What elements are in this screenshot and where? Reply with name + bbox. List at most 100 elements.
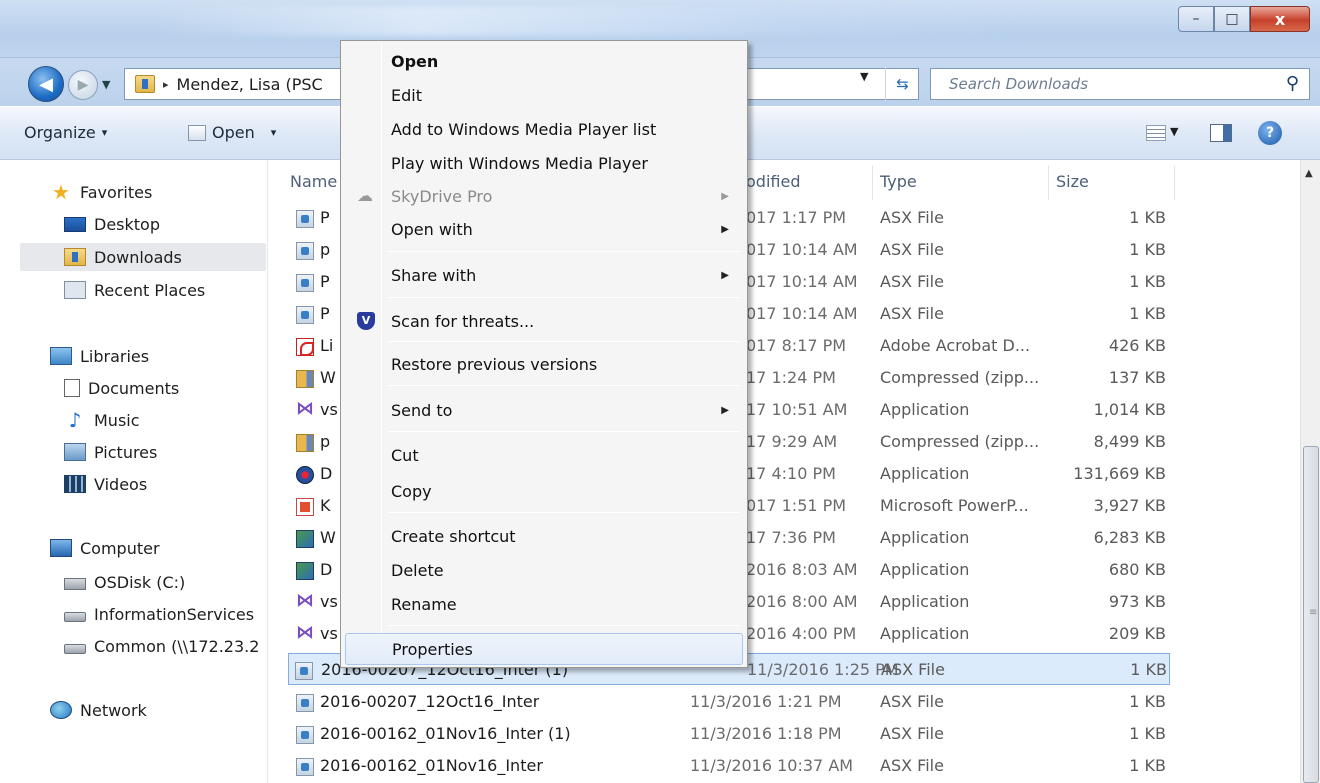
file-date: 17 1:24 PM xyxy=(746,368,836,387)
file-date: 17 9:29 AM xyxy=(746,432,838,451)
menu-separator xyxy=(387,431,741,432)
scroll-up-icon[interactable]: ▲ xyxy=(1305,168,1313,179)
open-button[interactable]: Open ▾ xyxy=(188,123,276,142)
menu-item-cut[interactable]: Cut xyxy=(345,439,743,471)
nav-desktop[interactable]: Desktop xyxy=(64,210,160,238)
asx-icon xyxy=(296,306,314,324)
view-dropdown-icon[interactable]: ▼ xyxy=(1170,125,1178,138)
menu-item-play-with-wmp[interactable]: Play with Windows Media Player xyxy=(345,147,743,179)
nav-common[interactable]: Common (\\172.23.2 xyxy=(64,632,259,660)
menu-item-scan-for-threats[interactable]: V Scan for threats... xyxy=(345,305,743,337)
nav-network[interactable]: Network xyxy=(50,696,147,724)
nav-informationservices[interactable]: InformationServices xyxy=(64,600,254,628)
search-icon[interactable]: ⚲ xyxy=(1286,73,1299,94)
column-header-name[interactable]: Name xyxy=(290,172,337,191)
libraries-icon xyxy=(50,347,72,365)
nav-favorites[interactable]: ★ Favorites xyxy=(50,178,152,206)
file-row[interactable]: 2016-00207_12Oct16_Inter 11/3/2016 1:21 … xyxy=(290,686,1170,718)
nav-videos[interactable]: Videos xyxy=(64,470,147,498)
column-divider[interactable] xyxy=(1174,166,1175,200)
grip-icon: ≡ xyxy=(1309,607,1318,618)
menu-item-label: Create shortcut xyxy=(391,526,516,546)
asx-icon xyxy=(296,242,314,260)
menu-item-label: Cut xyxy=(391,445,419,465)
menu-item-label: Restore previous versions xyxy=(391,354,598,374)
column-header-date-modified[interactable]: odified xyxy=(746,172,800,191)
visual-studio-icon xyxy=(296,398,314,420)
application-icon xyxy=(296,466,314,484)
nav-music[interactable]: ♪ Music xyxy=(64,406,140,434)
breadcrumb-separator: ▸ xyxy=(163,77,169,91)
menu-item-add-to-wmp-list[interactable]: Add to Windows Media Player list xyxy=(345,113,743,145)
nav-documents[interactable]: Documents xyxy=(64,374,179,402)
menu-item-open-with[interactable]: Open with ▶ xyxy=(345,213,743,245)
menu-item-copy[interactable]: Copy xyxy=(345,475,743,507)
menu-item-rename[interactable]: Rename xyxy=(345,588,743,620)
column-header-size[interactable]: Size xyxy=(1056,172,1089,191)
nav-osdisk[interactable]: OSDisk (C:) xyxy=(64,568,185,596)
search-input[interactable]: Search Downloads ⚲ xyxy=(930,68,1310,100)
menu-item-delete[interactable]: Delete xyxy=(345,554,743,586)
organize-button[interactable]: Organize ▾ xyxy=(24,123,107,142)
refresh-icon[interactable]: ⇆ xyxy=(885,68,919,100)
menu-separator xyxy=(387,625,741,626)
menu-item-label: Scan for threats... xyxy=(391,311,535,331)
menu-item-skydrive-pro[interactable]: ☁ SkyDrive Pro ▶ xyxy=(345,180,743,212)
powerpoint-icon xyxy=(296,498,314,516)
asx-icon xyxy=(296,210,314,228)
breadcrumb-user[interactable]: Mendez, Lisa (PSC xyxy=(177,75,323,94)
context-menu: Open Edit Add to Windows Media Player li… xyxy=(340,40,748,668)
asx-icon xyxy=(296,726,314,744)
back-button[interactable]: ◀ xyxy=(28,66,64,102)
menu-item-edit[interactable]: Edit xyxy=(345,79,743,111)
file-row[interactable]: 2016-00162_01Nov16_Inter 11/3/2016 10:37… xyxy=(290,750,1170,782)
vertical-scrollbar[interactable]: ▲ ≡ xyxy=(1300,160,1320,783)
address-dropdown-icon[interactable]: ▼ xyxy=(860,70,868,83)
nav-pictures[interactable]: Pictures xyxy=(64,438,157,466)
change-view-icon[interactable] xyxy=(1146,125,1166,141)
file-row[interactable]: 2016-00162_01Nov16_Inter (1) 11/3/2016 1… xyxy=(290,718,1170,750)
close-button[interactable]: x xyxy=(1250,6,1310,32)
file-name: W xyxy=(320,368,336,387)
file-name: vs xyxy=(320,400,338,419)
menu-item-open[interactable]: Open xyxy=(345,45,743,77)
file-name: 2016-00207_12Oct16_Inter xyxy=(320,692,540,711)
help-icon[interactable]: ? xyxy=(1258,121,1282,145)
menu-item-send-to[interactable]: Send to ▶ xyxy=(345,394,743,426)
column-header-type[interactable]: Type xyxy=(880,172,917,191)
nav-downloads[interactable]: Downloads xyxy=(20,243,266,271)
chevron-down-icon[interactable]: ▾ xyxy=(271,126,277,139)
file-date: 017 8:17 PM xyxy=(746,336,847,355)
file-size: 1 KB xyxy=(1130,660,1167,679)
file-name: 2016-00162_01Nov16_Inter xyxy=(320,756,543,775)
nav-libraries[interactable]: Libraries xyxy=(50,342,149,370)
computer-icon xyxy=(50,539,72,557)
pictures-icon xyxy=(64,443,86,461)
minimize-button[interactable]: – xyxy=(1178,6,1214,32)
menu-item-properties[interactable]: Properties xyxy=(345,633,743,665)
menu-item-restore-previous-versions[interactable]: Restore previous versions xyxy=(345,348,743,380)
column-divider[interactable] xyxy=(872,166,873,200)
maximize-button[interactable]: □ xyxy=(1214,6,1250,32)
file-size: 1,014 KB xyxy=(1093,400,1166,419)
menu-item-create-shortcut[interactable]: Create shortcut xyxy=(345,520,743,552)
asx-icon xyxy=(296,694,314,712)
file-name: p xyxy=(320,240,331,259)
nav-computer[interactable]: Computer xyxy=(50,534,160,562)
open-icon xyxy=(188,124,206,141)
forward-button[interactable]: ▶ xyxy=(68,70,98,100)
file-size: 1 KB xyxy=(1129,724,1166,743)
file-date: 2016 8:03 AM xyxy=(746,560,858,579)
file-type: Application xyxy=(880,592,970,611)
file-type: Microsoft PowerP... xyxy=(880,496,1029,515)
preview-pane-icon[interactable] xyxy=(1210,124,1232,142)
file-size: 1 KB xyxy=(1129,272,1166,291)
nav-recent-places[interactable]: Recent Places xyxy=(64,276,205,304)
menu-item-share-with[interactable]: Share with ▶ xyxy=(345,259,743,291)
column-divider[interactable] xyxy=(1048,166,1049,200)
file-size: 1 KB xyxy=(1129,756,1166,775)
menu-item-label: Share with xyxy=(391,265,477,285)
scroll-thumb[interactable]: ≡ xyxy=(1303,446,1319,783)
recent-pages-dropdown[interactable]: ▼ xyxy=(102,78,110,91)
file-name: D xyxy=(320,560,333,579)
